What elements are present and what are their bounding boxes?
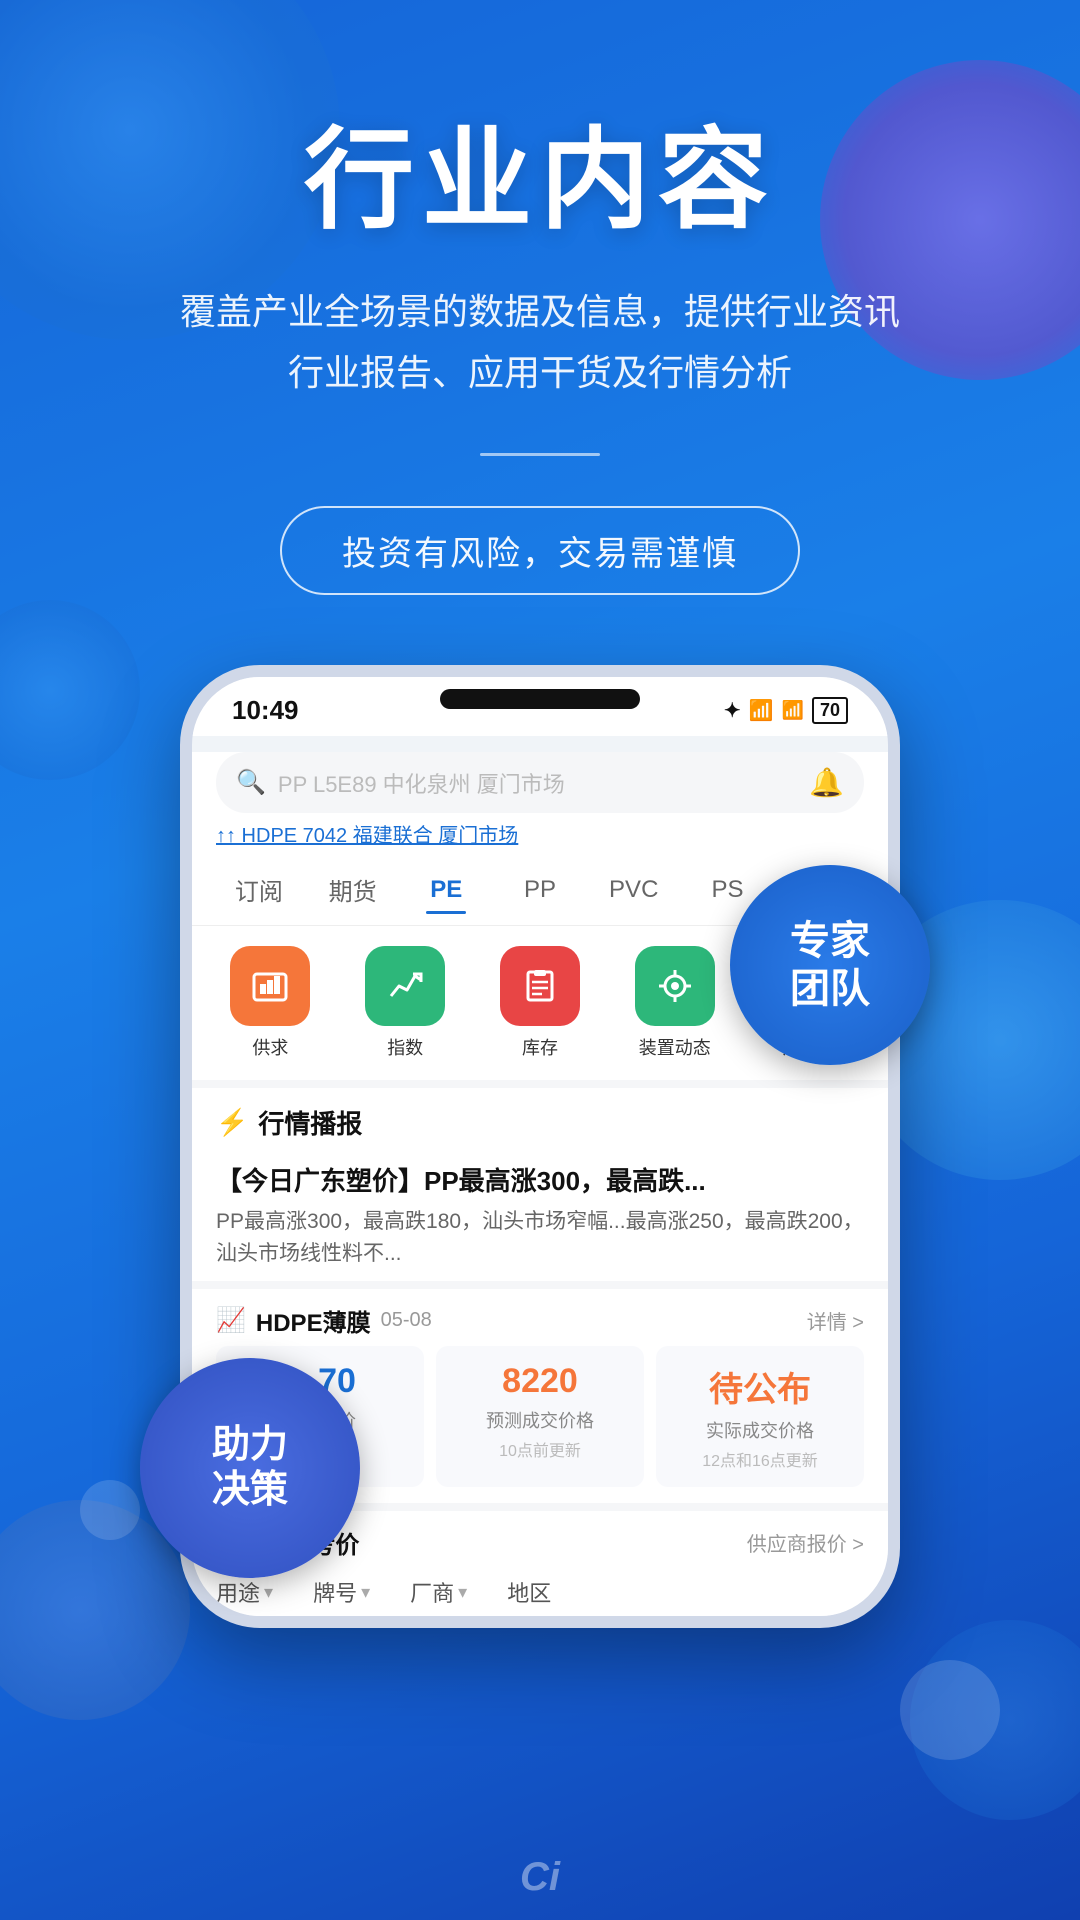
price-label-actual: 实际成交价格 <box>668 1417 852 1443</box>
price-update-actual: 12点和16点更新 <box>668 1447 852 1471</box>
battery-icon: 70 <box>812 697 848 724</box>
filter-manufacturer-label: 厂商 <box>410 1576 454 1608</box>
price-value-actual: 待公布 <box>668 1362 852 1411</box>
news-title: 【今日广东塑价】PP最高涨300，最高跌... <box>216 1161 864 1198</box>
status-bar: 10:49 ✦ 📶 📶 70 <box>192 677 888 736</box>
tab-pe[interactable]: PE <box>399 868 493 912</box>
icon-cell-device[interactable]: 装置动态 <box>612 946 737 1060</box>
filter-usage[interactable]: 用途 ▾ <box>216 1576 273 1608</box>
icon-cell-index[interactable]: 指数 <box>343 946 468 1060</box>
filter-brand-label: 牌号 <box>313 1576 357 1608</box>
price-detail-link[interactable]: 详情 > <box>807 1306 864 1335</box>
status-time: 10:49 <box>232 695 299 726</box>
search-placeholder: PP L5E89 中化泉州 厦门市场 <box>278 767 797 799</box>
assist-badge: 助力 决策 <box>140 1358 360 1578</box>
icon-cell-supply[interactable]: 供求 <box>208 946 333 1060</box>
market-broadcast-header: ⚡ 行情播报 <box>192 1080 888 1149</box>
hero-subtitle: 覆盖产业全场景的数据及信息，提供行业资讯 行业报告、应用干货及行情分析 <box>120 281 960 403</box>
price-value-predict: 8220 <box>448 1362 632 1401</box>
search-suggestion: ↑↑ HDPE 7042 福建联合 厦门市场 <box>192 813 888 854</box>
signal-icon: 📶 <box>749 698 774 723</box>
assist-badge-line2: 决策 <box>212 1468 288 1514</box>
phone-mockup: 专家 团队 助力 决策 10:49 ✦ 📶 📶 70 <box>180 665 900 1628</box>
price-date: 05-08 <box>381 1309 432 1332</box>
tab-futures[interactable]: 期货 <box>306 864 400 915</box>
bottom-watermark: Ci <box>520 1855 560 1900</box>
divider <box>480 453 600 456</box>
icon-cell-inventory[interactable]: 库存 <box>478 946 603 1060</box>
broadcast-title: 行情播报 <box>258 1104 362 1141</box>
filter-brand-arrow: ▾ <box>361 1582 370 1603</box>
filter-brand[interactable]: 牌号 ▾ <box>313 1576 370 1608</box>
expert-badge-line2: 团队 <box>790 965 870 1013</box>
bell-icon[interactable]: 🔔 <box>809 766 844 799</box>
expert-badge-line1: 专家 <box>790 917 870 965</box>
inventory-icon <box>500 946 580 1026</box>
search-icon: 🔍 <box>236 768 266 797</box>
index-label: 指数 <box>387 1034 423 1060</box>
search-bar[interactable]: 🔍 PP L5E89 中化泉州 厦门市场 🔔 <box>216 752 864 813</box>
broadcast-icon: ⚡ <box>216 1107 248 1138</box>
main-content: 行业内容 覆盖产业全场景的数据及信息，提供行业资讯 行业报告、应用干货及行情分析… <box>0 0 1080 1628</box>
price-icon: 📈 <box>216 1306 246 1335</box>
filter-usage-label: 用途 <box>216 1576 260 1608</box>
filter-manufacturer[interactable]: 厂商 ▾ <box>410 1576 467 1608</box>
price-section-title: HDPE薄膜 <box>256 1303 371 1338</box>
expert-badge: 专家 团队 <box>730 865 930 1065</box>
price-card-predict: 8220 预测成交价格 10点前更新 <box>436 1346 644 1487</box>
subtitle-line1: 覆盖产业全场景的数据及信息，提供行业资讯 <box>180 291 900 332</box>
tab-subscribe[interactable]: 订阅 <box>212 864 306 915</box>
news-body: PP最高涨300，最高跌180，汕头市场窄幅...最高涨250，最高跌200，汕… <box>216 1206 864 1269</box>
deco-circle-medium <box>900 1660 1000 1760</box>
tab-pp[interactable]: PP <box>493 868 587 912</box>
price-section-header: 📈 HDPE薄膜 05-08 详情 > <box>192 1281 888 1346</box>
bluetooth-icon: ✦ <box>724 698 741 723</box>
signal-icon-2: 📶 <box>782 700 804 721</box>
news-item[interactable]: 【今日广东塑价】PP最高涨300，最高跌... PP最高涨300，最高跌180，… <box>192 1149 888 1281</box>
subtitle-line2: 行业报告、应用干货及行情分析 <box>288 352 792 393</box>
market-filters: 用途 ▾ 牌号 ▾ 厂商 ▾ 地区 <box>192 1568 888 1616</box>
supply-label: 供求 <box>252 1034 288 1060</box>
filter-region[interactable]: 地区 <box>507 1576 551 1608</box>
device-icon <box>635 946 715 1026</box>
market-ref-link[interactable]: 供应商报价 > <box>747 1528 864 1557</box>
device-label: 装置动态 <box>639 1034 711 1060</box>
tab-pvc[interactable]: PVC <box>587 868 681 912</box>
filter-region-label: 地区 <box>507 1576 551 1608</box>
price-update-predict: 10点前更新 <box>448 1437 632 1461</box>
status-icons: ✦ 📶 📶 70 <box>724 697 848 724</box>
price-label-predict: 预测成交价格 <box>448 1407 632 1433</box>
filter-usage-arrow: ▾ <box>264 1582 273 1603</box>
risk-warning: 投资有风险，交易需谨慎 <box>280 506 800 595</box>
price-card-actual: 待公布 实际成交价格 12点和16点更新 <box>656 1346 864 1487</box>
inventory-label: 库存 <box>522 1034 558 1060</box>
supply-icon <box>230 946 310 1026</box>
hero-title: 行业内容 <box>304 120 776 241</box>
index-icon <box>365 946 445 1026</box>
filter-manufacturer-arrow: ▾ <box>458 1582 467 1603</box>
assist-badge-line1: 助力 <box>212 1423 288 1469</box>
status-notch <box>440 689 640 709</box>
